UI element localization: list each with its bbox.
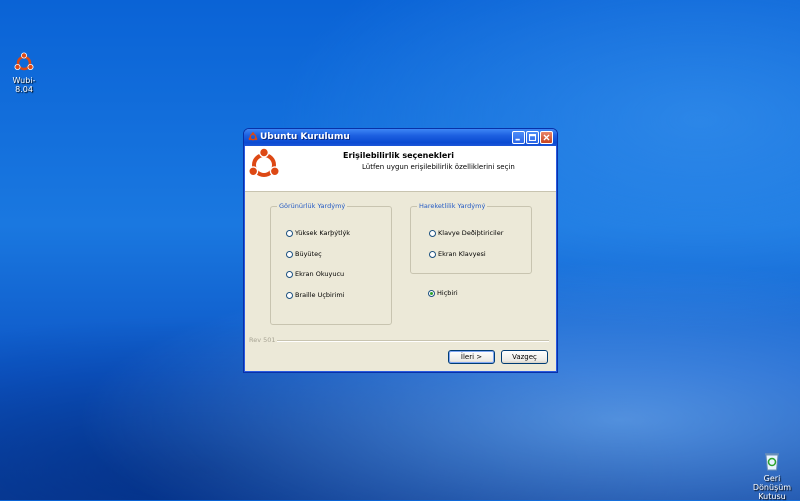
desktop-icon-wubi[interactable]: Wubi-8.04	[4, 52, 44, 94]
radio-screen-reader[interactable]: Ekran Okuyucu	[286, 270, 344, 278]
ubuntu-logo-icon	[248, 147, 280, 177]
radio-button-icon	[429, 229, 436, 237]
radio-keyboard-modifiers[interactable]: Klavye Deðiþtiriciler	[429, 229, 503, 237]
maximize-button[interactable]	[526, 131, 539, 144]
close-button[interactable]	[540, 131, 553, 144]
desktop-icon-recycle-bin[interactable]: Geri Dönüşüm Kutusu	[746, 450, 798, 501]
radio-label: Braille Uçbirimi	[295, 291, 345, 299]
radio-label: Yüksek Karþýtlýk	[295, 229, 351, 237]
cancel-button[interactable]: Vazgeç	[501, 350, 548, 364]
installer-window: Ubuntu Kurulumu Erişilebilirlik seçenekl…	[243, 128, 558, 373]
radio-button-icon	[286, 291, 293, 299]
radio-braille-terminal[interactable]: Braille Uçbirimi	[286, 291, 344, 299]
radio-button-icon	[286, 270, 293, 278]
radio-onscreen-keyboard[interactable]: Ekran Klavyesi	[429, 250, 486, 258]
page-subtitle: Lütfen uygun erişilebilirlik özellikleri…	[362, 163, 515, 171]
radio-magnifier[interactable]: Büyüteç	[286, 250, 322, 258]
radio-button-selected-icon	[428, 289, 435, 297]
minimize-icon	[515, 138, 520, 141]
group-legend: Görünürlük Yardýmý	[277, 202, 348, 210]
radio-label: Büyüteç	[295, 250, 322, 258]
group-legend: Hareketlilik Yardýmý	[417, 202, 488, 210]
recycle-bin-icon	[765, 453, 779, 471]
desktop-icon-label: Geri Dönüşüm	[752, 474, 792, 492]
mobility-aids-group: Hareketlilik Yardýmý Klavye Deðiþtiricil…	[410, 202, 532, 274]
maximize-icon	[529, 134, 536, 141]
radio-label: Hiçbiri	[437, 289, 458, 297]
radio-high-contrast[interactable]: Yüksek Karþýtlýk	[286, 229, 350, 237]
minimize-button[interactable]	[512, 131, 525, 144]
next-button[interactable]: İleri >	[448, 350, 495, 364]
window-title: Ubuntu Kurulumu	[260, 132, 350, 142]
revision-label: Rev 501	[249, 336, 276, 344]
desktop-icon-label: Wubi-8.04	[12, 76, 36, 94]
ubuntu-logo-icon	[14, 52, 34, 71]
radio-label: Ekran Klavyesi	[438, 250, 486, 258]
radio-label: Ekran Okuyucu	[295, 270, 345, 278]
ubuntu-logo-icon	[248, 132, 258, 141]
radio-button-icon	[286, 229, 293, 237]
radio-none[interactable]: Hiçbiri	[428, 289, 458, 297]
close-icon	[543, 134, 550, 141]
page-title: Erişilebilirlik seçenekleri	[343, 151, 454, 160]
radio-button-icon	[286, 250, 293, 258]
title-bar[interactable]: Ubuntu Kurulumu	[244, 129, 557, 146]
divider	[277, 340, 549, 342]
radio-label: Klavye Deðiþtiriciler	[438, 229, 504, 237]
wizard-header: Erişilebilirlik seçenekleri Lütfen uygun…	[245, 146, 556, 192]
visual-aids-group: Görünürlük Yardýmý Yüksek Karþýtlýk Büyü…	[270, 202, 392, 325]
radio-button-icon	[429, 250, 436, 258]
